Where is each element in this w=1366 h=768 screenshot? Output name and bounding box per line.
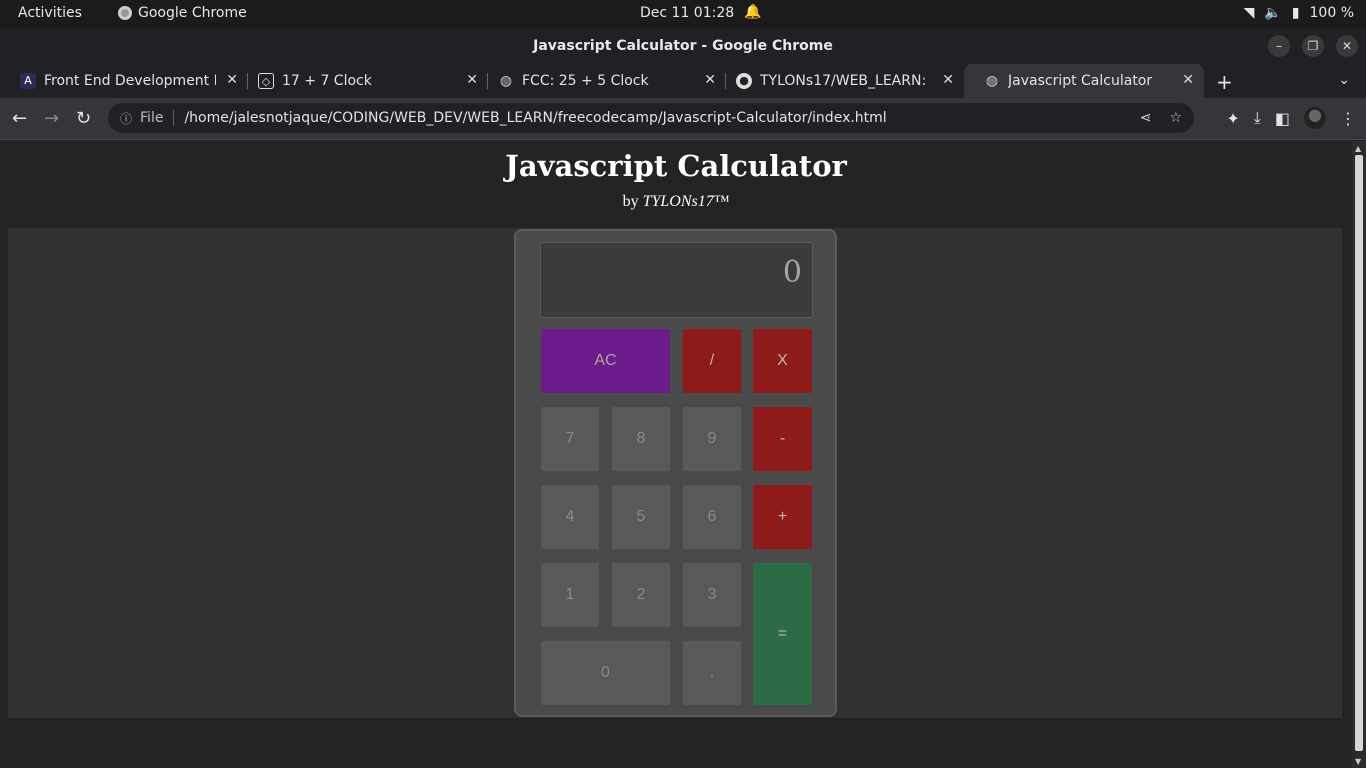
- minimize-button[interactable]: –: [1268, 35, 1290, 57]
- volume-icon: 🔈: [1264, 5, 1282, 21]
- three-button[interactable]: 3: [682, 562, 742, 628]
- eight-button[interactable]: 8: [611, 406, 671, 472]
- two-button[interactable]: 2: [611, 562, 671, 628]
- tab-github-web-learn[interactable]: ● TYLONs17/WEB_LEARN: ✕: [716, 64, 964, 98]
- back-icon[interactable]: ←: [12, 108, 27, 129]
- maximize-button[interactable]: ❐: [1302, 35, 1324, 57]
- tab-label: FCC: 25 + 5 Clock: [522, 73, 649, 89]
- tab-label: Javascript Calculator: [1008, 73, 1153, 89]
- scroll-up-icon[interactable]: ▲: [1355, 144, 1361, 153]
- tab-label: TYLONs17/WEB_LEARN:: [760, 73, 927, 89]
- one-button[interactable]: 1: [540, 562, 600, 628]
- system-top-bar: Activities Google Chrome Dec 11 01:28 🔔 …: [0, 0, 1366, 28]
- profile-avatar[interactable]: [1304, 107, 1326, 129]
- globe-icon: ◍: [985, 73, 999, 89]
- tab-javascript-calculator[interactable]: ◍ Javascript Calculator ✕: [964, 64, 1204, 98]
- new-tab-icon[interactable]: +: [1216, 70, 1233, 94]
- app-name: Google Chrome: [138, 5, 247, 21]
- divide-button[interactable]: /: [682, 328, 742, 394]
- tab-front-end-development[interactable]: A Front End Development L ✕: [0, 64, 248, 98]
- close-window-button[interactable]: ✕: [1336, 35, 1358, 57]
- clear-button[interactable]: AC: [540, 328, 671, 394]
- decimal-button[interactable]: .: [682, 640, 742, 706]
- extensions-icon[interactable]: ✦: [1226, 109, 1239, 128]
- six-button[interactable]: 6: [682, 484, 742, 550]
- window-title: Javascript Calculator - Google Chrome: [533, 38, 833, 54]
- page-title: Javascript Calculator: [505, 149, 847, 183]
- omnibox-divider: [173, 110, 175, 126]
- clock[interactable]: Dec 11 01:28: [640, 5, 734, 21]
- notification-bell-icon[interactable]: 🔔: [744, 4, 761, 20]
- activities-button[interactable]: Activities: [18, 5, 82, 21]
- tab-fcc-25-5-clock[interactable]: ◍ FCC: 25 + 5 Clock ✕: [478, 64, 726, 98]
- close-tab-icon[interactable]: ✕: [466, 72, 478, 88]
- system-tray[interactable]: ◥ 🔈 ▮ 100 %: [1244, 5, 1354, 21]
- close-tab-icon[interactable]: ✕: [704, 72, 716, 88]
- five-button[interactable]: 5: [611, 484, 671, 550]
- page-scrollbar[interactable]: ▲ ▼: [1352, 141, 1366, 768]
- angular-icon: A: [20, 73, 36, 89]
- calculator-display: 0: [540, 242, 813, 318]
- bookmark-star-icon[interactable]: ☆: [1169, 110, 1182, 126]
- tab-label: Front End Development L: [44, 73, 216, 89]
- wifi-icon: ◥: [1243, 5, 1255, 21]
- app-menu[interactable]: Google Chrome: [118, 5, 247, 21]
- reload-icon[interactable]: ↻: [76, 108, 91, 129]
- tab-17-7-clock[interactable]: ◇ 17 + 7 Clock ✕: [238, 64, 488, 98]
- zero-button[interactable]: 0: [540, 640, 671, 706]
- byline-prefix: by: [622, 193, 639, 210]
- menu-kebab-icon[interactable]: ⋮: [1340, 109, 1356, 128]
- share-icon[interactable]: ⋖: [1140, 110, 1152, 126]
- tab-search-icon[interactable]: ⌄: [1338, 72, 1350, 88]
- four-button[interactable]: 4: [540, 484, 600, 550]
- scrollbar-thumb[interactable]: [1355, 155, 1363, 751]
- codepen-icon: ◇: [258, 73, 274, 89]
- chrome-icon: [118, 6, 132, 20]
- calculator: 0 AC / X 7 8 9 - 4 5 6 + 1 2 3 = 0 .: [514, 229, 837, 717]
- close-tab-icon[interactable]: ✕: [226, 72, 238, 88]
- add-button[interactable]: +: [752, 484, 813, 550]
- github-icon: ●: [736, 73, 752, 89]
- equals-button[interactable]: =: [752, 562, 813, 706]
- window-title-bar: Javascript Calculator - Google Chrome – …: [0, 28, 1366, 64]
- multiply-button[interactable]: X: [752, 328, 813, 394]
- globe-icon: ◍: [499, 73, 513, 89]
- battery-icon: ▮: [1291, 5, 1300, 21]
- url-text[interactable]: /home/jalesnotjaque/CODING/WEB_DEV/WEB_L…: [184, 110, 886, 126]
- close-tab-icon[interactable]: ✕: [942, 72, 954, 88]
- download-icon[interactable]: ⤓: [1254, 108, 1261, 128]
- page-content: Javascript Calculator by TYLONs17™ 0 AC …: [0, 141, 1352, 768]
- browser-toolbar: ← → ↻ ⓘ File /home/jalesnotjaque/CODING/…: [0, 98, 1366, 140]
- address-bar[interactable]: ⓘ File /home/jalesnotjaque/CODING/WEB_DE…: [108, 103, 1194, 133]
- info-icon[interactable]: ⓘ: [120, 110, 132, 127]
- byline: by TYLONs17™: [0, 193, 1352, 211]
- scroll-down-icon[interactable]: ▼: [1355, 757, 1361, 766]
- subtract-button[interactable]: -: [752, 406, 813, 472]
- tab-strip: A Front End Development L ✕ ◇ 17 + 7 Clo…: [0, 64, 1366, 98]
- close-tab-icon[interactable]: ✕: [1182, 72, 1194, 88]
- seven-button[interactable]: 7: [540, 406, 600, 472]
- nine-button[interactable]: 9: [682, 406, 742, 472]
- forward-icon[interactable]: →: [44, 108, 59, 129]
- byline-author: TYLONs17™: [642, 193, 730, 210]
- battery-percentage: 100 %: [1309, 5, 1354, 21]
- side-panel-icon[interactable]: ◧: [1275, 109, 1290, 128]
- tab-label: 17 + 7 Clock: [282, 73, 372, 89]
- scheme-label: File: [140, 110, 164, 126]
